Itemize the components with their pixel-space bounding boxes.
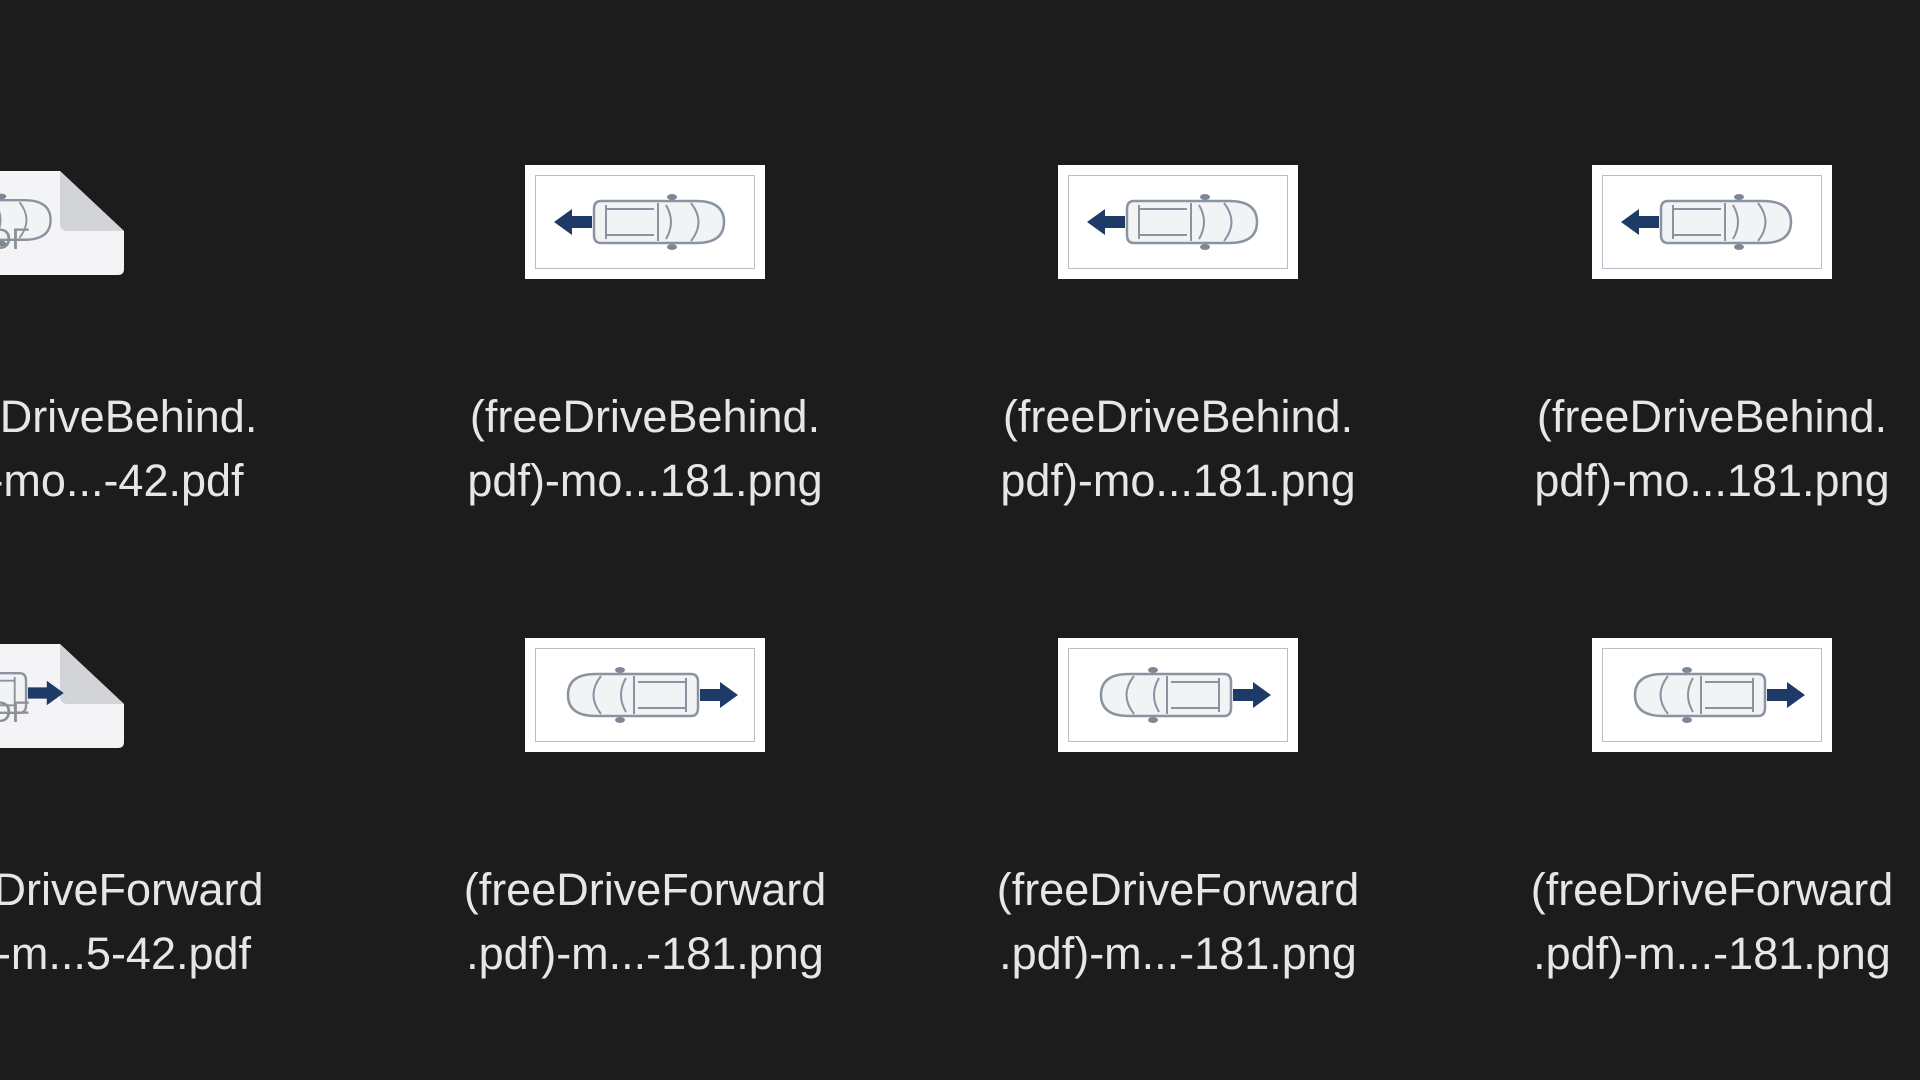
pdf-document-icon: PDF xyxy=(0,171,128,275)
car-reverse-thumbnail xyxy=(525,165,765,279)
car-forward-icon xyxy=(1633,667,1805,723)
thumbnail-frame xyxy=(535,175,755,269)
file-name-label: (freeDriveForward .pdf)-m...-181.png xyxy=(1492,858,1920,986)
file-item-pdf[interactable]: PDF eDriveBehind. -mo...-42.pdf xyxy=(0,165,336,565)
file-name-line-2: .pdf)-m...-181.png xyxy=(1533,928,1891,979)
file-name-line-1: (freeDriveForward xyxy=(463,864,827,915)
file-name-line-2: .pdf)-m...-181.png xyxy=(999,928,1357,979)
file-name-line-2: .pdf)-m...-181.png xyxy=(466,928,824,979)
car-forward-icon xyxy=(1099,667,1271,723)
file-name-line-1: (freeDriveBehind. xyxy=(469,391,821,442)
file-name-line-1: (freeDriveForward xyxy=(1530,864,1894,915)
file-item-png[interactable]: (freeDriveBehind. pdf)-mo...181.png xyxy=(1492,165,1920,565)
car-reverse-icon xyxy=(554,194,726,250)
file-name-label: (freeDriveForward .pdf)-m...-181.png xyxy=(958,858,1398,986)
pdf-badge-label: PDF xyxy=(0,696,30,729)
file-name-line-2: pdf)-mo...181.png xyxy=(1534,455,1890,506)
thumbnail-frame xyxy=(1602,648,1822,742)
file-name-line-1: eDriveForward xyxy=(0,864,264,915)
car-reverse-icon xyxy=(1087,194,1259,250)
car-forward-icon xyxy=(566,667,738,723)
file-name-line-2: )-m...5-42.pdf xyxy=(0,928,252,979)
pdf-badge-label: PDF xyxy=(0,223,30,256)
file-icon-grid: PDF eDriveBehind. -mo...-42.pdf (freeDriveB… xyxy=(0,0,1920,1080)
thumbnail-frame xyxy=(1068,648,1288,742)
file-name-line-2: -mo...-42.pdf xyxy=(0,455,244,506)
car-forward-thumbnail xyxy=(1592,638,1832,752)
file-item-pdf[interactable]: PDF eDriveForward )-m...5-42.pdf xyxy=(0,638,336,1038)
file-item-png[interactable]: (freeDriveForward .pdf)-m...-181.png xyxy=(958,638,1398,1038)
thumbnail-frame xyxy=(1068,175,1288,269)
file-name-label: (freeDriveBehind. pdf)-mo...181.png xyxy=(1492,385,1920,513)
file-name-label: (freeDriveBehind. pdf)-mo...181.png xyxy=(425,385,865,513)
file-name-line-1: eDriveBehind. xyxy=(0,391,258,442)
car-forward-thumbnail xyxy=(1058,638,1298,752)
file-name-line-2: pdf)-mo...181.png xyxy=(1000,455,1356,506)
file-item-png[interactable]: (freeDriveForward .pdf)-m...-181.png xyxy=(1492,638,1920,1038)
car-reverse-icon xyxy=(1621,194,1793,250)
file-name-label: (freeDriveForward .pdf)-m...-181.png xyxy=(425,858,865,986)
file-name-line-2: pdf)-mo...181.png xyxy=(467,455,823,506)
file-item-png[interactable]: (freeDriveBehind. pdf)-mo...181.png xyxy=(425,165,865,565)
file-name-label: eDriveForward )-m...5-42.pdf xyxy=(0,858,336,986)
file-name-line-1: (freeDriveForward xyxy=(996,864,1360,915)
car-reverse-thumbnail xyxy=(1058,165,1298,279)
car-forward-thumbnail xyxy=(525,638,765,752)
thumbnail-frame xyxy=(1602,175,1822,269)
file-name-label: eDriveBehind. -mo...-42.pdf xyxy=(0,385,336,513)
car-reverse-thumbnail xyxy=(1592,165,1832,279)
file-item-png[interactable]: (freeDriveBehind. pdf)-mo...181.png xyxy=(958,165,1398,565)
pdf-document-icon: PDF xyxy=(0,644,128,748)
file-item-png[interactable]: (freeDriveForward .pdf)-m...-181.png xyxy=(425,638,865,1038)
file-name-label: (freeDriveBehind. pdf)-mo...181.png xyxy=(958,385,1398,513)
file-name-line-1: (freeDriveBehind. xyxy=(1536,391,1888,442)
file-name-line-1: (freeDriveBehind. xyxy=(1002,391,1354,442)
thumbnail-frame xyxy=(535,648,755,742)
